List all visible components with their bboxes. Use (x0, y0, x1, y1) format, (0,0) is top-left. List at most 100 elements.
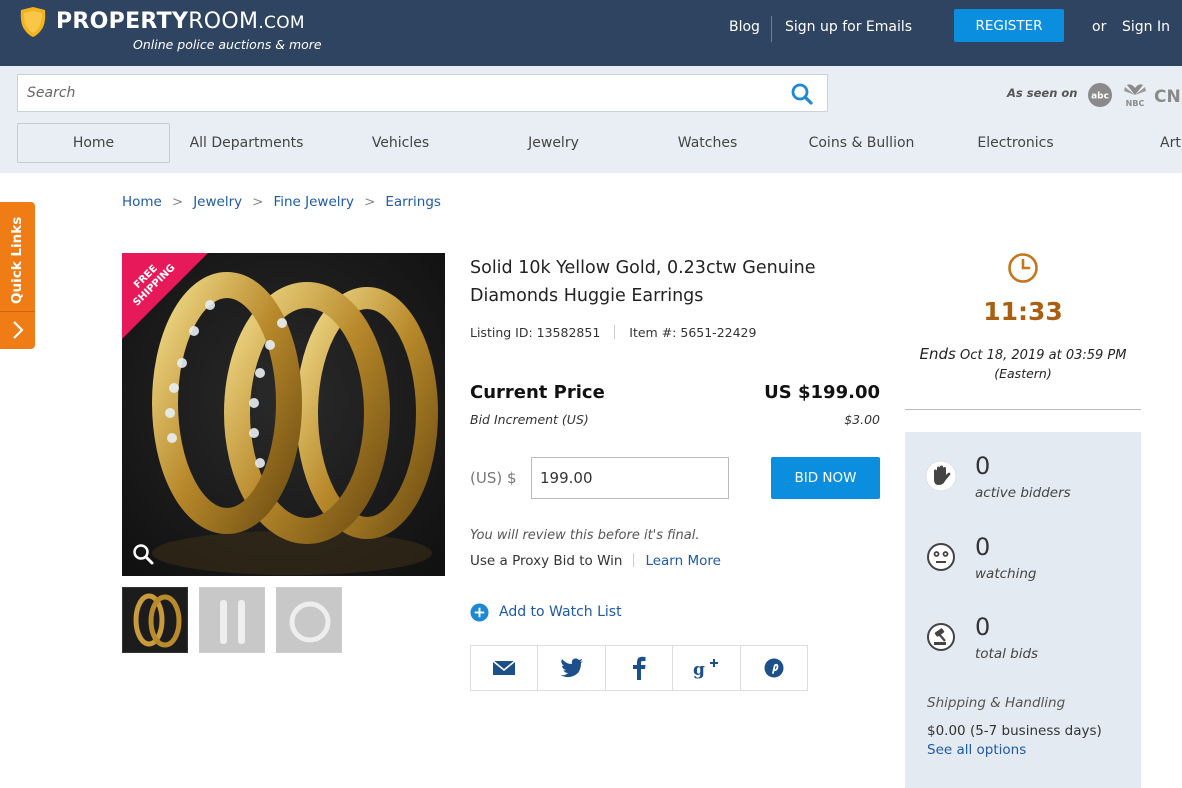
learn-more-link[interactable]: Learn More (645, 553, 721, 569)
auction-end-time: Ends Oct 18, 2019 at 03:59 PM (905, 343, 1141, 367)
watching-face-icon (927, 543, 955, 571)
quick-links-tab[interactable]: Quick Links (0, 202, 35, 349)
search-input[interactable] (18, 75, 778, 111)
logo-light-text: ROOM (188, 9, 259, 34)
nav-item-all-departments[interactable]: All Departments (170, 123, 323, 163)
thumbnail-1[interactable] (122, 587, 188, 653)
cnn-logo-icon: CNN (1154, 87, 1182, 107)
register-button[interactable]: REGISTER (954, 9, 1064, 42)
breadcrumb-home[interactable]: Home (122, 194, 162, 210)
site-header: PROPERTYROOM.COM Online police auctions … (0, 0, 1182, 66)
sign-in-link[interactable]: Sign In (1122, 19, 1170, 35)
see-all-options-link[interactable]: See all options (927, 742, 1026, 758)
chevron-right-icon[interactable] (8, 318, 28, 342)
auction-timezone: (Eastern) (994, 366, 1052, 381)
nav-item-jewelry[interactable]: Jewelry (477, 123, 630, 163)
share-facebook-button[interactable] (606, 646, 674, 690)
thumbnail-earring-hoop (277, 588, 341, 652)
nav-item-art[interactable]: Art (1132, 123, 1182, 163)
share-pinterest-button[interactable] (741, 646, 807, 690)
share-google-plus-button[interactable]: g (673, 646, 741, 690)
shipping-handling-label: Shipping & Handling (927, 695, 1066, 711)
nav-item-coins-bullion[interactable]: Coins & Bullion (785, 123, 938, 163)
category-nav: Home All Departments Vehicles Jewelry Wa… (0, 123, 1182, 163)
svg-text:g: g (693, 660, 705, 679)
breadcrumb-jewelry[interactable]: Jewelry (193, 194, 242, 210)
bid-now-button[interactable]: BID NOW (771, 457, 880, 499)
current-price-label: Current Price (470, 382, 605, 403)
product-main-image[interactable]: FREE SHIPPING (122, 253, 445, 576)
thumbnail-2[interactable] (199, 587, 265, 653)
pinterest-icon (764, 658, 784, 678)
as-seen-on-label: As seen on (1007, 86, 1078, 100)
nav-item-electronics[interactable]: Electronics (939, 123, 1092, 163)
time-remaining: 11:33 (983, 297, 1063, 326)
logo-tagline: Online police auctions & more (133, 37, 322, 52)
nav-item-home[interactable]: Home (17, 123, 170, 163)
abc-logo-icon: abc (1088, 83, 1112, 107)
quick-links-label: Quick Links (9, 216, 25, 304)
breadcrumb-separator: > (171, 194, 184, 210)
breadcrumb-earrings[interactable]: Earrings (385, 194, 441, 210)
search-nav-band: As seen on abc NBC CNN Home All Departme… (0, 66, 1182, 173)
listing-id: Listing ID: 13582851 (470, 325, 601, 340)
add-to-watch-list[interactable]: Add to Watch List (470, 601, 622, 623)
nav-item-vehicles[interactable]: Vehicles (324, 123, 477, 163)
thumbnail-earrings-gold (123, 588, 187, 652)
total-bids-label: total bids (975, 646, 1039, 662)
listing-ids: Listing ID: 13582851 Item #: 5651-22429 (470, 325, 756, 340)
thumbnail-earrings-side (200, 588, 264, 652)
search-bar (17, 74, 828, 112)
email-signup-link[interactable]: Sign up for Emails (785, 19, 912, 35)
google-plus-icon: g (693, 659, 719, 679)
plus-circle-icon (470, 602, 489, 622)
raised-hand-icon (925, 460, 957, 492)
bid-increment-value: $3.00 (844, 412, 880, 427)
share-bar: g (470, 645, 808, 691)
breadcrumb-separator: > (252, 194, 264, 210)
bid-amount-input[interactable] (531, 457, 729, 499)
item-number: Item #: 5651-22429 (629, 325, 757, 340)
currency-label: (US) $ (470, 469, 517, 487)
ids-separator (614, 325, 616, 339)
or-text: or (1092, 19, 1107, 35)
search-icon[interactable] (790, 82, 814, 106)
total-bids-count: 0 (975, 613, 991, 641)
breadcrumb: Home > Jewelry > Fine Jewelry > Earrings (122, 194, 441, 210)
header-divider (771, 16, 772, 42)
blog-link[interactable]: Blog (729, 19, 760, 35)
nbc-logo-text: NBC (1126, 99, 1145, 108)
watching-count: 0 (975, 533, 991, 561)
free-shipping-badge: FREE SHIPPING (122, 253, 208, 339)
logo-wordmark: PROPERTYROOM.COM (56, 9, 305, 34)
shipping-handling-value: $0.00 (5-7 business days) (927, 723, 1102, 739)
twitter-icon (559, 658, 583, 678)
nav-item-watches[interactable]: Watches (631, 123, 784, 163)
active-bidders-label: active bidders (975, 485, 1071, 501)
site-logo[interactable]: PROPERTYROOM.COM Online police auctions … (18, 6, 338, 58)
timer-divider (905, 409, 1141, 410)
ends-word: Ends (919, 345, 956, 363)
proxy-bid-row: Use a Proxy Bid to Win Learn More (470, 553, 721, 569)
gavel-icon (927, 623, 955, 651)
cnn-logo-text: CNN (1154, 87, 1182, 107)
breadcrumb-fine-jewelry[interactable]: Fine Jewelry (273, 194, 354, 210)
email-icon (492, 660, 516, 675)
product-title: Solid 10k Yellow Gold, 0.23ctw Genuine D… (470, 258, 816, 306)
zoom-icon[interactable] (131, 542, 155, 566)
share-email-button[interactable] (471, 646, 539, 690)
review-note: You will review this before it's final. (470, 528, 700, 543)
breadcrumb-separator: > (364, 194, 376, 210)
active-bidders-count: 0 (975, 452, 991, 480)
watch-list-label: Add to Watch List (499, 604, 622, 620)
logo-suffix-text: .COM (258, 13, 305, 33)
nbc-logo-icon: NBC (1124, 84, 1146, 108)
clock-icon (1008, 253, 1038, 283)
facebook-icon (633, 656, 646, 680)
share-twitter-button[interactable] (538, 646, 606, 690)
watching-label: watching (975, 566, 1037, 582)
abc-logo-text: abc (1091, 92, 1109, 102)
ends-date: Oct 18, 2019 at 03:59 PM (959, 348, 1127, 363)
bid-increment-label: Bid Increment (US) (470, 412, 589, 427)
thumbnail-3[interactable] (276, 587, 342, 653)
